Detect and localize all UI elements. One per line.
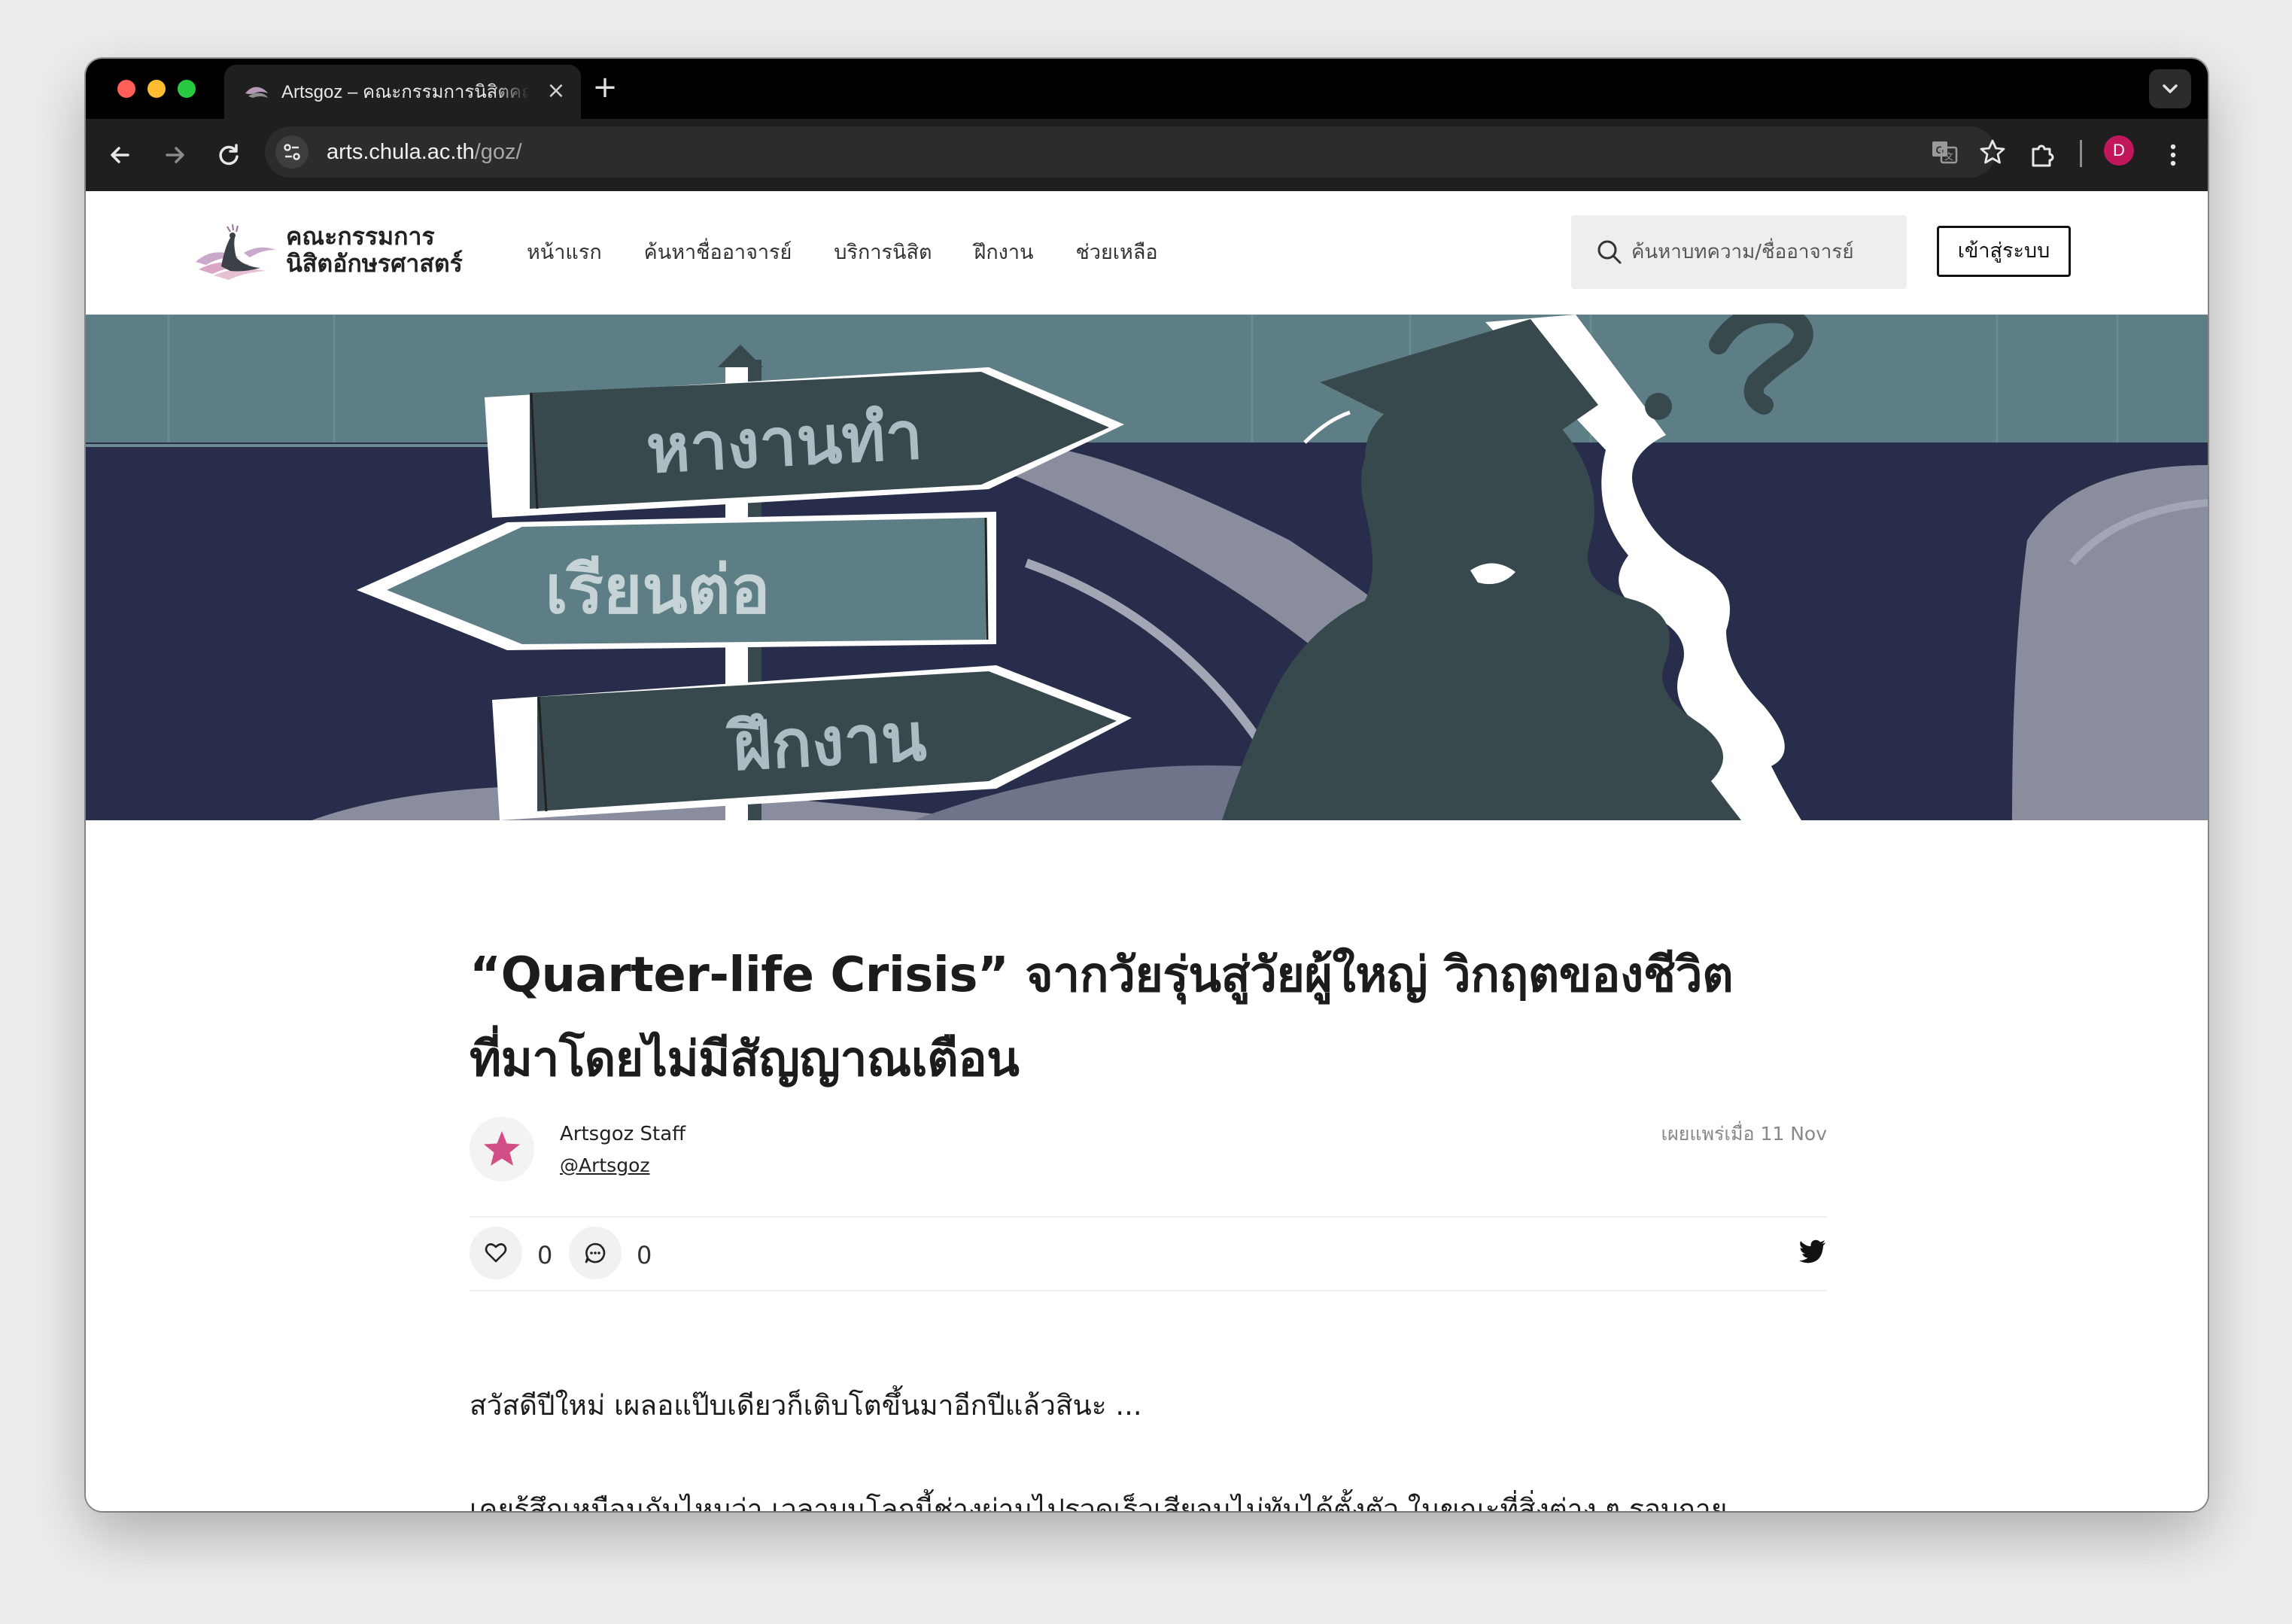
svg-text:G: G [1936, 144, 1944, 156]
maximize-window-button[interactable] [178, 80, 196, 98]
forward-arrow-icon[interactable] [158, 138, 191, 172]
sign-bottom-text: ฝึกงาน [724, 698, 928, 786]
peacock-logo-icon[interactable] [191, 223, 280, 283]
tune-icon [284, 144, 300, 160]
article-title-line-1: “Quarter-life Crisis” จากวัยรุ่นสู่วัยผู… [470, 947, 1734, 1003]
chevron-down-icon [2163, 84, 2178, 93]
address-bar[interactable]: arts.chula.ac.th/goz/ G 文 [265, 126, 2005, 178]
web-page: คณะกรรมการ นิสิตอักษรศาสตร์ หน้าแรก ค้นห… [86, 191, 2208, 1511]
back-arrow-icon[interactable] [104, 138, 137, 172]
main-nav: หน้าแรก ค้นหาชื่ออาจารย์ บริการนิสิต ฝึก… [527, 235, 1158, 271]
nav-find-professor[interactable]: ค้นหาชื่ออาจารย์ [644, 235, 792, 271]
tab-search-button[interactable] [2149, 69, 2191, 108]
tab-strip: Artsgoz – คณะกรรมการนิสิตคณะอักษรศาสตร์ … [86, 59, 2208, 119]
author-avatar[interactable] [470, 1117, 534, 1182]
article-title: “Quarter-life Crisis” จากวัยรุ่นสู่วัยผู… [470, 933, 1827, 1102]
sign-top-text: หางานทำ [644, 396, 924, 488]
nav-home[interactable]: หน้าแรก [527, 235, 602, 271]
published-date: เผยแพร่เมื่อ 11 Nov [1661, 1123, 1827, 1145]
profile-avatar[interactable]: D [2104, 135, 2134, 166]
divider [470, 1290, 1827, 1291]
extensions-puzzle-icon[interactable] [2026, 138, 2059, 172]
nav-help[interactable]: ช่วยเหลือ [1075, 235, 1157, 271]
toolbar-separator [2080, 140, 2082, 167]
twitter-share-icon[interactable] [1798, 1239, 1827, 1264]
article-paragraph: เคยรู้สึกเหมือนกันไหมว่า เวลาบนโลกนี้ช่า… [470, 1493, 1728, 1511]
more-menu-icon[interactable] [2157, 138, 2190, 172]
sign-middle-text: เรียนต่อ [545, 551, 770, 628]
comment-count: 0 [637, 1241, 652, 1270]
bookmark-star-icon[interactable] [1977, 137, 2008, 167]
site-favicon-icon [245, 87, 268, 98]
svg-text:文: 文 [1944, 151, 1953, 162]
logo-line-2: นิสิตอักษรศาสตร์ [286, 249, 463, 278]
logo-line-1: คณะกรรมการ [286, 222, 435, 251]
article-title-line-2: ที่มาโดยไม่มีสัญญาณเตือน [470, 1032, 1020, 1087]
minimize-window-button[interactable] [147, 80, 166, 98]
search-icon [1597, 240, 1622, 264]
nav-student-services[interactable]: บริการนิสิต [834, 235, 932, 271]
login-button[interactable]: เข้าสู่ระบบ [1937, 226, 2071, 277]
star-icon [484, 1131, 520, 1166]
author-name[interactable]: Artsgoz Staff [560, 1121, 685, 1147]
hero-banner-illustration: หางานทำ เรียนต่อ ฝึกงาน [86, 315, 2208, 820]
site-logo-text[interactable]: คณะกรรมการ นิสิตอักษรศาสตร์ [286, 223, 463, 277]
article-paragraph: สวัสดีปีใหม่ เผลอแป๊บเดียวก็เติบโตขึ้นมา… [470, 1389, 1142, 1422]
url-text[interactable]: arts.chula.ac.th/goz/ [327, 138, 522, 166]
comment-button[interactable] [569, 1227, 622, 1279]
reload-icon[interactable] [212, 138, 245, 172]
divider [470, 1216, 1827, 1218]
new-tab-button[interactable]: + [588, 72, 622, 105]
author-handle-link[interactable]: @Artsgoz [560, 1153, 650, 1178]
site-info-button[interactable] [275, 135, 309, 169]
url-host: arts.chula.ac.th [327, 140, 475, 164]
site-search[interactable] [1571, 215, 1907, 289]
tab-title: Artsgoz – คณะกรรมการนิสิตคณะอักษรศาสตร์ [281, 82, 530, 102]
browser-tab[interactable]: Artsgoz – คณะกรรมการนิสิตคณะอักษรศาสตร์ … [224, 65, 581, 119]
tab-close-icon[interactable]: × [543, 78, 569, 104]
site-header: คณะกรรมการ นิสิตอักษรศาสตร์ หน้าแรก ค้นห… [86, 191, 2208, 315]
browser-toolbar: arts.chula.ac.th/goz/ G 文 D [86, 119, 2208, 191]
url-path: /goz/ [474, 140, 522, 164]
comment-icon [585, 1242, 606, 1264]
translate-icon[interactable]: G 文 [1929, 137, 1959, 167]
heart-icon [485, 1243, 507, 1263]
browser-window: Artsgoz – คณะกรรมการนิสิตคณะอักษรศาสตร์ … [86, 59, 2208, 1511]
like-count: 0 [537, 1241, 553, 1270]
close-window-button[interactable] [117, 80, 135, 98]
like-button[interactable] [470, 1227, 522, 1279]
nav-internship[interactable]: ฝึกงาน [974, 235, 1034, 271]
search-input[interactable] [1631, 233, 1887, 271]
